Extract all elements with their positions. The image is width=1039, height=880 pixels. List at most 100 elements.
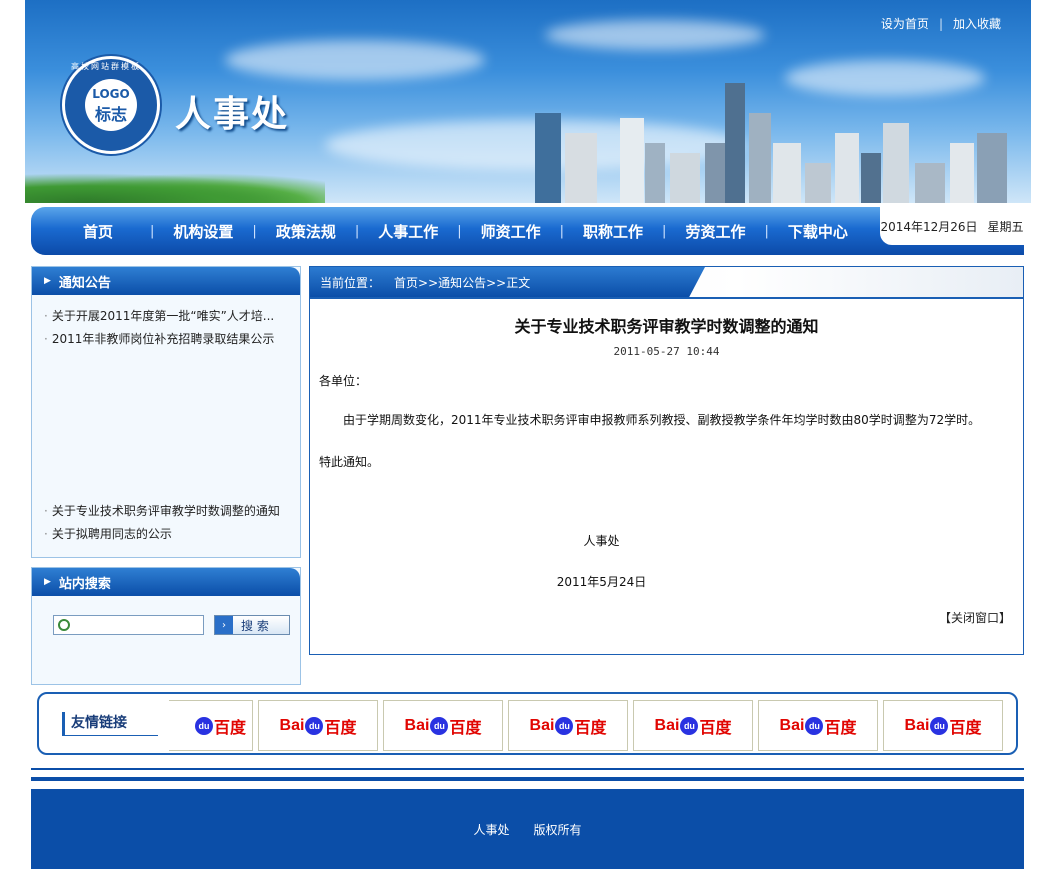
nav-item-downloads[interactable]: 下载中心 [788, 221, 848, 242]
notice-link[interactable]: 关于开展2011年度第一批“唯实”人才培... [52, 309, 274, 323]
list-item[interactable]: · 2011年非教师岗位补充招聘录取结果公示 [44, 328, 294, 351]
site-title: 人事处 [175, 93, 290, 135]
search-input[interactable] [53, 615, 204, 635]
nav-item-policy[interactable]: 政策法规 [276, 221, 336, 242]
arrow-right-icon: ▶ [44, 577, 51, 587]
notice-link[interactable]: 2011年非教师岗位补充招聘录取结果公示 [52, 332, 275, 346]
baidu-logo-text: Bai [529, 716, 555, 734]
nav-divider: | [764, 223, 769, 239]
baidu-logo-link[interactable]: Bai du 百度 [633, 700, 753, 751]
breadcrumb-path[interactable]: 首页>>通知公告>>正文 [394, 274, 530, 291]
article-timestamp: 2011-05-27 10:44 [613, 345, 720, 358]
notice-link[interactable]: 关于拟聘用同志的公示 [52, 527, 172, 541]
baidu-logo-text: Bai [404, 716, 430, 734]
baidu-logo-text: Bai [654, 716, 680, 734]
footer-org: 人事处 [473, 822, 510, 837]
set-homepage-link[interactable]: 设为首页 [881, 17, 929, 31]
nav-item-titles[interactable]: 职称工作 [583, 221, 643, 242]
article-salutation: 各单位： [319, 374, 368, 388]
baidu-logo-link[interactable]: Bai du 百度 [258, 700, 378, 751]
notice-panel: ▶ 通知公告 · 关于开展2011年度第一批“唯实”人才培... · 2011年非教… [31, 266, 301, 558]
nav-divider: | [559, 223, 565, 239]
city-skyline-decoration [535, 83, 1007, 203]
cloud [545, 20, 765, 50]
logo-ring-text: 高校网站群模板 [71, 62, 141, 71]
logo-subtext: 标志 [94, 105, 127, 124]
baidu-logo-text: 百度 [949, 719, 982, 737]
footer-divider [31, 777, 1024, 781]
arrow-right-icon: ▶ [44, 276, 51, 286]
list-item[interactable]: · 关于专业技术职务评审教学时数调整的通知 [44, 500, 294, 523]
list-item[interactable]: · 关于拟聘用同志的公示 [44, 523, 294, 546]
nav-item-salary[interactable]: 劳资工作 [685, 221, 745, 242]
baidu-logo-link[interactable]: Bai du 百度 [758, 700, 878, 751]
bullet: · [44, 309, 48, 323]
friend-links: 友情链接 du 百度 Bai du 百度 Bai du 百度 Bai du 百度 Bai du 百… [37, 692, 1018, 755]
baidu-logo-text: 百度 [574, 719, 607, 737]
article-panel: 当前位置： 首页>>通知公告>>正文 关于专业技术职务评审教学时数调整的通知 2… [309, 266, 1024, 655]
footer: 人事处 版权所有 [31, 789, 1024, 869]
paw-icon: du [430, 716, 449, 735]
main-nav: 首页 | 机构设置 | 政策法规 | 人事工作 | 师资工作 | 职称工作 | … [31, 207, 1024, 255]
close-window-link[interactable]: 【关闭窗口】 [939, 609, 1011, 626]
add-favorite-link[interactable]: 加入收藏 [953, 17, 1001, 31]
article-signature: 人事处 [583, 534, 620, 548]
divider: | [938, 17, 943, 31]
search-button[interactable]: › 搜 索 [214, 615, 290, 635]
nav-divider: | [252, 223, 257, 239]
baidu-logo-text: 百度 [324, 719, 357, 737]
paw-icon: du [805, 716, 824, 735]
nav-divider: | [354, 223, 360, 239]
top-links: 设为首页 | 加入收藏 [881, 15, 1001, 32]
paw-icon: du [680, 716, 699, 735]
chevron-right-icon: › [215, 616, 233, 634]
bullet: · [44, 527, 48, 541]
site-logo[interactable]: 高校网站群模板 LOGO 标志 [62, 56, 160, 154]
baidu-logo-text: 百度 [699, 719, 732, 737]
baidu-logo-text: Bai [279, 716, 305, 734]
footer-copyright: 版权所有 [533, 822, 582, 837]
nav-divider: | [150, 223, 155, 239]
baidu-logo-link[interactable]: Bai du 百度 [383, 700, 503, 751]
logo-inner: LOGO 标志 [85, 79, 137, 131]
baidu-logo-text: Bai [779, 716, 805, 734]
nav-divider: | [457, 223, 462, 239]
article-paragraph: 由于学期周数变化，2011年专业技术职务评审申报教师系列教授、副教授教学条件年均… [343, 413, 981, 427]
paw-icon: du [555, 716, 574, 735]
search-form: › 搜 索 [53, 615, 290, 635]
current-weekday: 星期五 [987, 219, 1024, 234]
paw-icon: du [194, 716, 213, 735]
baidu-logo-link[interactable]: du 百度 [169, 700, 253, 751]
friend-logo-strip: du 百度 Bai du 百度 Bai du 百度 Bai du 百度 Bai du 百度 Bai… [169, 700, 1003, 751]
notice-link[interactable]: 关于专业技术职务评审教学时数调整的通知 [52, 504, 280, 518]
paw-icon: du [305, 716, 324, 735]
trees-decoration [25, 173, 325, 203]
header-banner: 设为首页 | 加入收藏 高校网站群模板 LOGO 标志 人事处 [25, 0, 1031, 203]
breadcrumb-bar: 当前位置： 首页>>通知公告>>正文 [310, 267, 705, 297]
nav-divider: | [662, 223, 667, 239]
baidu-logo-link[interactable]: Bai du 百度 [883, 700, 1003, 751]
breadcrumb: 当前位置： 首页>>通知公告>>正文 [310, 267, 1023, 299]
nav-item-personnel[interactable]: 人事工作 [378, 221, 438, 242]
date-display: 2014年12月26日 星期五 [880, 207, 1024, 245]
nav-item-organization[interactable]: 机构设置 [173, 221, 233, 242]
search-panel-header: ▶ 站内搜索 [32, 568, 300, 596]
bullet: · [44, 504, 48, 518]
baidu-logo-text: 百度 [824, 719, 857, 737]
notice-list-lower: · 关于专业技术职务评审教学时数调整的通知 · 关于拟聘用同志的公示 [32, 490, 294, 546]
paw-icon: du [930, 716, 949, 735]
search-button-label: 搜 索 [241, 618, 269, 633]
nav-item-faculty[interactable]: 师资工作 [481, 221, 541, 242]
friend-links-title: 友情链接 [62, 712, 158, 736]
nav-item-home[interactable]: 首页 [61, 221, 131, 242]
baidu-logo-text: 百度 [449, 719, 482, 737]
logo-text: LOGO [92, 87, 130, 101]
baidu-logo-link[interactable]: Bai du 百度 [508, 700, 628, 751]
search-panel-title: 站内搜索 [58, 576, 111, 592]
list-item[interactable]: · 关于开展2011年度第一批“唯实”人才培... [44, 305, 294, 328]
notice-list: · 关于开展2011年度第一批“唯实”人才培... · 2011年非教师岗位补充招聘… [32, 295, 300, 351]
notice-panel-header: ▶ 通知公告 [32, 267, 300, 295]
breadcrumb-prefix: 当前位置： [320, 275, 381, 290]
current-date: 2014年12月26日 [880, 219, 978, 234]
article-title: 关于专业技术职务评审教学时数调整的通知 [514, 317, 819, 336]
